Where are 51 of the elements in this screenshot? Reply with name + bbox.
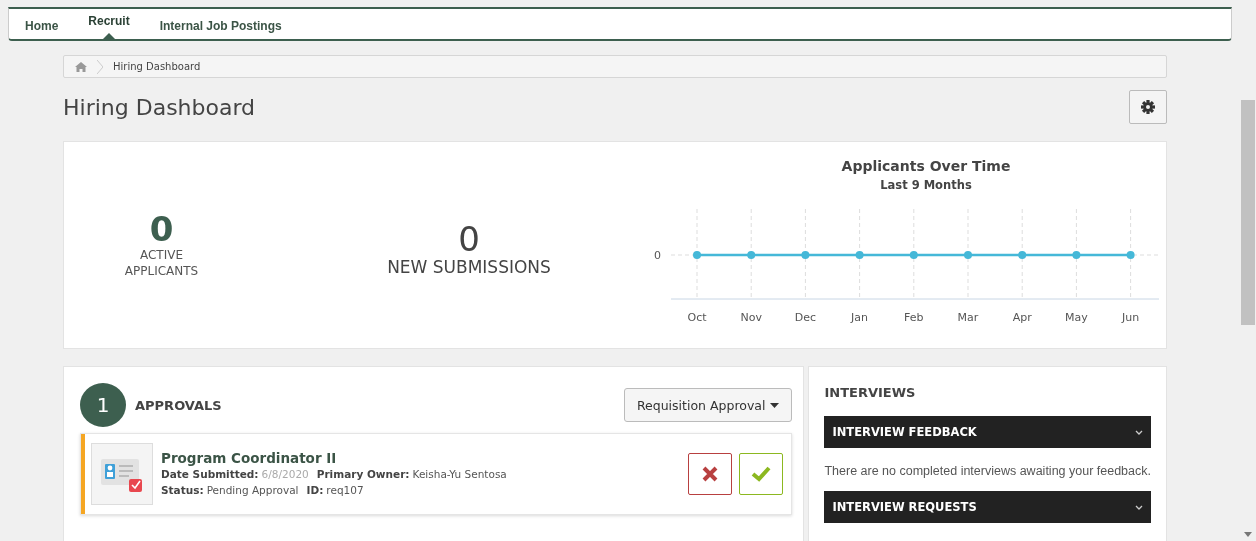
- scroll-down-icon[interactable]: [1244, 532, 1252, 537]
- page-title: Hiring Dashboard: [63, 94, 256, 120]
- nav-tab[interactable]: Home: [25, 9, 59, 39]
- scrollbar-thumb[interactable]: [1241, 100, 1255, 325]
- field-value: 6/8/2020: [261, 467, 309, 482]
- section-header[interactable]: INTERVIEW FEEDBACK: [824, 416, 1151, 448]
- field-label: Date Submitted:: [161, 467, 259, 482]
- x-axis-label: Feb: [904, 311, 924, 324]
- chevron-icon: [1135, 504, 1143, 510]
- reject-button[interactable]: [688, 453, 733, 495]
- count-badge: 1: [80, 383, 126, 427]
- settings-button[interactable]: [1129, 90, 1167, 124]
- stat-label: NEW SUBMISSIONS: [387, 257, 551, 277]
- approve-button[interactable]: [739, 453, 784, 495]
- x-axis-label: Apr: [1012, 311, 1032, 324]
- x-axis-label: Jun: [1122, 311, 1140, 324]
- x-axis-label: Oct: [687, 311, 707, 324]
- home-icon[interactable]: [75, 61, 87, 72]
- nav-tab[interactable]: Internal Job Postings: [159, 9, 282, 39]
- check-icon: [751, 466, 772, 482]
- section-title: APPROVALS: [135, 397, 223, 413]
- field-value: req107: [326, 483, 364, 498]
- breadcrumb-separator-icon: [97, 59, 103, 74]
- x-axis-label: May: [1065, 311, 1088, 324]
- requisition-title[interactable]: Program Coordinator II: [161, 450, 682, 466]
- x-axis-label: Nov: [740, 311, 762, 324]
- x-axis-label: Mar: [957, 311, 979, 324]
- field-label: ID:: [306, 483, 324, 498]
- caret-icon: [770, 402, 780, 408]
- filter-dropdown[interactable]: Requisition Approval: [623, 388, 793, 422]
- empty-message: There are no completed interviews awaiting your feedback.: [824, 464, 1151, 478]
- close-icon: [702, 466, 719, 482]
- breadcrumb-link[interactable]: Hiring Dashboard: [113, 61, 201, 72]
- field-value: Pending Approval: [206, 483, 299, 498]
- settings-icon: [1141, 100, 1155, 114]
- approval-item[interactable]: Program Coordinator II Date Submitted: 6/8/2020 Primary Owner: Keisha-Yu Sentosa Status: Pending Approval ID: req107: [80, 433, 793, 515]
- section-title: INTERVIEWS: [824, 385, 917, 400]
- field-label: Status:: [161, 483, 204, 498]
- field-label: Primary Owner:: [316, 467, 410, 482]
- section-header[interactable]: INTERVIEW REQUESTS: [824, 491, 1151, 523]
- stat-label: ACTIVE APPLICANTS: [123, 247, 200, 279]
- chevron-icon: [1135, 429, 1143, 435]
- field-value: Keisha-Yu Sentosa: [412, 467, 507, 482]
- nav-tab[interactable]: Recruit: [88, 9, 130, 39]
- stat-value: 0: [458, 221, 480, 257]
- chart-subtitle: Last 9 Months: [879, 178, 973, 192]
- x-axis-label: Dec: [794, 311, 817, 324]
- x-axis-label: Jan: [851, 311, 869, 324]
- y-axis-label: 0: [654, 249, 661, 262]
- stat-value: 0: [149, 211, 174, 247]
- chart-title: Applicants Over Time: [840, 158, 1012, 174]
